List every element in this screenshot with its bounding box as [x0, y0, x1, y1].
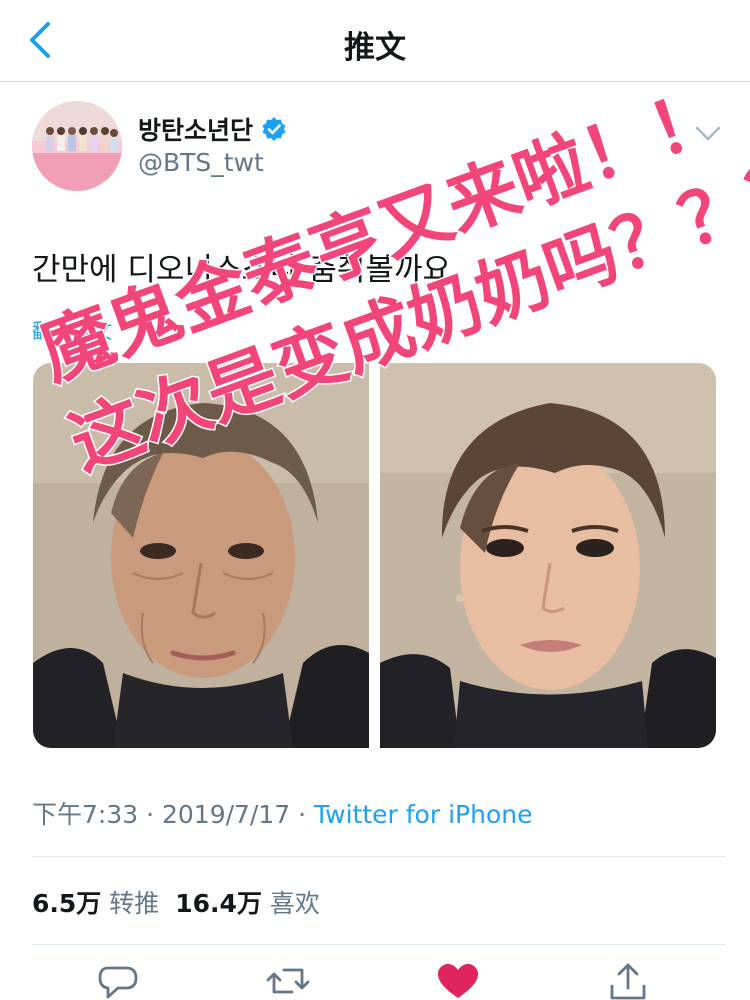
page-title: 推文 [344, 30, 406, 66]
verified-badge-icon [262, 117, 286, 141]
author-name-row[interactable]: 방탄소년단 [138, 112, 287, 146]
reply-icon[interactable] [96, 962, 140, 1000]
tweet-text: 간만에 디오니소스나 춤춰볼까요 [32, 252, 451, 288]
tweet-stats: 6.5万 转推 16.4万 喜欢 [32, 884, 336, 920]
tweet-time: 下午7:33 [32, 800, 139, 829]
likes-label[interactable]: 喜欢 [270, 889, 320, 918]
tweet-photo-original[interactable] [380, 363, 716, 748]
chevron-down-icon[interactable] [693, 124, 723, 144]
tweet-photo-aged[interactable] [33, 363, 369, 748]
navigation-bar: 推文 [0, 0, 750, 82]
divider [32, 944, 726, 945]
divider [32, 856, 726, 857]
retweet-icon[interactable] [266, 962, 310, 1000]
separator: · [290, 800, 315, 829]
display-name[interactable]: 방탄소년단 [138, 111, 253, 147]
share-icon[interactable] [606, 962, 650, 1000]
tweet-meta: 下午7:33 · 2019/7/17 · Twitter for iPhone [32, 795, 532, 831]
retweets-label[interactable]: 转推 [109, 889, 159, 918]
separator: · [138, 800, 162, 829]
user-handle[interactable]: @BTS_twt [138, 148, 264, 177]
likes-count[interactable]: 16.4万 [175, 889, 262, 918]
tweet-source-link[interactable]: Twitter for iPhone [314, 800, 532, 829]
tweet-date: 2019/7/17 [161, 800, 291, 829]
avatar[interactable] [32, 101, 122, 191]
retweets-count[interactable]: 6.5万 [32, 889, 101, 918]
translate-link[interactable]: 翻译推文 [32, 315, 112, 344]
heart-icon[interactable] [436, 962, 480, 1000]
caption-line-1: 魔鬼金泰亨又来啦！！ [29, 71, 734, 396]
